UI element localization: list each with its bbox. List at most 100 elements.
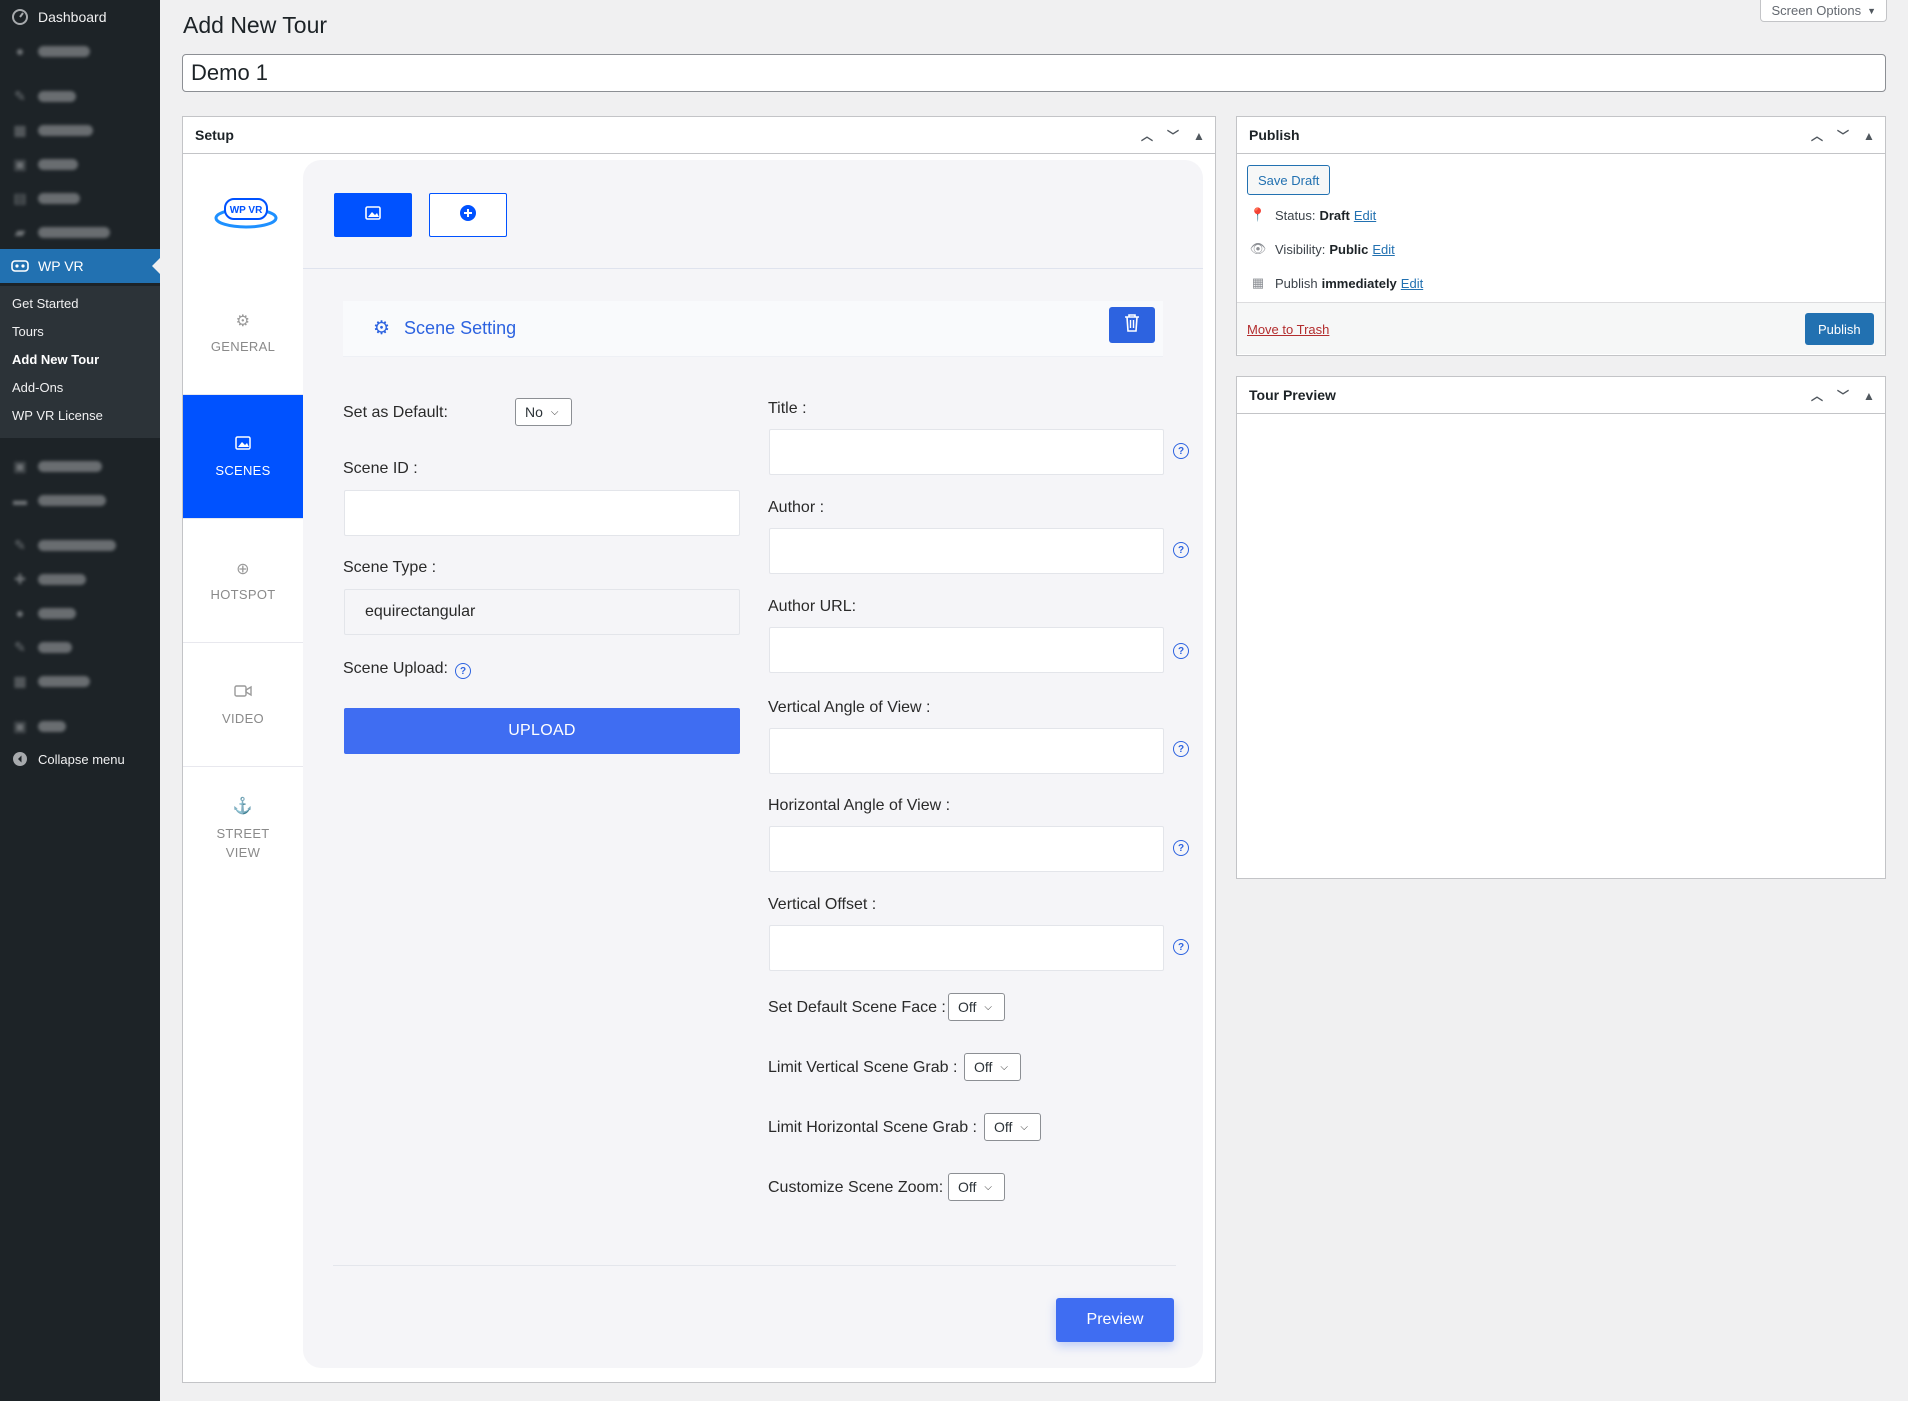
nav-item-redacted[interactable]: ▤ [0, 181, 160, 215]
chevron-down-icon: ⌵ [984, 1181, 993, 1193]
toggle-icon[interactable]: ▲ [1191, 129, 1207, 143]
collapse-icon [10, 749, 30, 769]
move-down-icon[interactable]: ﹀ [1835, 127, 1851, 144]
nav-item-redacted[interactable]: ✚ [0, 562, 160, 596]
vertical-angle-input[interactable] [769, 728, 1164, 774]
vertical-offset-input[interactable] [769, 925, 1164, 971]
nav-item-redacted[interactable]: ● [0, 34, 160, 68]
vertical-offset-label: Vertical Offset : [768, 896, 877, 913]
tour-title-input[interactable] [182, 54, 1886, 92]
menu-icon: ● [15, 605, 25, 621]
toggle-icon[interactable]: ▲ [1861, 389, 1877, 403]
nav-dashboard[interactable]: Dashboard [0, 0, 160, 34]
customize-zoom-select[interactable]: Off ⌵ [948, 1173, 1005, 1201]
publish-label: Publish [1275, 275, 1318, 291]
tab-hotspot[interactable]: ⊕ HOTSPOT [183, 519, 303, 643]
submenu-add-ons[interactable]: Add-Ons [12, 380, 63, 395]
pin-icon: 📍 [1249, 207, 1267, 222]
title-input[interactable] [769, 429, 1164, 475]
move-to-trash-link[interactable]: Move to Trash [1247, 322, 1329, 337]
tab-street-view[interactable]: ⚓ STREET VIEW [183, 767, 303, 891]
add-scene-button[interactable] [429, 193, 507, 237]
scene-id-input[interactable] [344, 490, 740, 536]
preview-button[interactable]: Preview [1056, 1298, 1174, 1342]
limit-horizontal-select[interactable]: Off ⌵ [984, 1113, 1041, 1141]
help-icon[interactable]: ? [1173, 443, 1189, 459]
nav-wpvr-label: WP VR [38, 258, 84, 274]
help-icon[interactable]: ? [1173, 741, 1189, 757]
edit-schedule-link[interactable]: Edit [1401, 276, 1423, 291]
horizontal-angle-input[interactable] [769, 826, 1164, 872]
nav-item-redacted[interactable]: ✎ [0, 79, 160, 113]
tab-scenes[interactable]: SCENES [183, 395, 303, 519]
menu-icon: ▣ [13, 155, 27, 172]
toggle-icon[interactable]: ▲ [1861, 129, 1877, 143]
wpvr-submenu: Get Started Tours Add New Tour Add-Ons W… [0, 286, 160, 438]
default-face-value: Off [958, 999, 977, 1015]
nav-item-redacted[interactable]: ▣ [0, 147, 160, 181]
scene-image-button[interactable] [334, 193, 412, 237]
submenu-license[interactable]: WP VR License [12, 408, 103, 423]
move-up-icon[interactable]: ︿ [1139, 127, 1155, 144]
delete-scene-button[interactable] [1109, 307, 1155, 343]
nav-item-redacted[interactable]: ▦ [0, 664, 160, 698]
move-up-icon[interactable]: ︿ [1809, 127, 1825, 144]
postbox-controls: ︿ ﹀ ▲ [1139, 117, 1207, 154]
nav-item-redacted[interactable]: ✎ [0, 630, 160, 664]
preview-button-label: Preview [1086, 1311, 1144, 1328]
customize-zoom-value: Off [958, 1179, 977, 1195]
visibility-label: Visibility: [1275, 241, 1326, 257]
nav-collapse-label: Collapse menu [38, 751, 125, 767]
nav-wpvr[interactable]: WP VR [0, 249, 160, 283]
nav-item-redacted[interactable]: ▦ [0, 113, 160, 147]
scene-type-value: equirectangular [365, 603, 476, 620]
menu-icon: ✎ [14, 638, 26, 655]
move-down-icon[interactable]: ﹀ [1165, 127, 1181, 144]
menu-icon: ▤ [13, 189, 27, 206]
page-title: Add New Tour [183, 12, 328, 38]
menu-icon: ▰ [14, 223, 26, 240]
menu-icon: ✎ [14, 87, 26, 104]
limit-vertical-select[interactable]: Off ⌵ [964, 1053, 1021, 1081]
edit-status-link[interactable]: Edit [1354, 208, 1376, 223]
set-default-select[interactable]: No ⌵ [515, 398, 572, 426]
save-draft-button[interactable]: Save Draft [1247, 165, 1331, 195]
nav-item-redacted[interactable]: ▰ [0, 215, 160, 249]
publish-button[interactable]: Publish [1805, 313, 1874, 345]
default-face-select[interactable]: Off ⌵ [948, 993, 1005, 1021]
upload-button[interactable]: UPLOAD [344, 708, 740, 754]
plus-circle-icon [459, 204, 477, 227]
move-up-icon[interactable]: ︿ [1809, 387, 1825, 404]
horizontal-angle-label: Horizontal Angle of View : [768, 797, 951, 814]
submenu-tours[interactable]: Tours [12, 324, 44, 339]
submenu-get-started[interactable]: Get Started [12, 296, 78, 311]
help-icon[interactable]: ? [1173, 542, 1189, 558]
help-icon[interactable]: ? [1173, 939, 1189, 955]
chevron-down-icon: ⌵ [1000, 1061, 1009, 1073]
nav-item-redacted[interactable]: ▬ [0, 483, 160, 517]
tour-preview-header: Tour Preview ︿ ﹀ ▲ [1237, 377, 1885, 414]
trash-icon [1124, 313, 1140, 338]
author-url-input[interactable] [769, 627, 1164, 673]
tab-video[interactable]: VIDEO [183, 643, 303, 767]
nav-item-redacted[interactable]: ▣ [0, 449, 160, 483]
move-down-icon[interactable]: ﹀ [1835, 387, 1851, 404]
nav-collapse[interactable]: Collapse menu [0, 742, 160, 776]
help-icon[interactable]: ? [1173, 643, 1189, 659]
author-input[interactable] [769, 528, 1164, 574]
submenu-add-new-tour[interactable]: Add New Tour [12, 352, 99, 367]
menu-icon: ▣ [13, 717, 27, 734]
nav-item-redacted[interactable]: ▣ [0, 709, 160, 743]
nav-item-redacted[interactable]: ✎ [0, 528, 160, 562]
screen-options-button[interactable]: Screen Options ▼ [1760, 0, 1887, 22]
tab-general[interactable]: ⚙ GENERAL [183, 271, 303, 395]
tour-preview-postbox: Tour Preview ︿ ﹀ ▲ [1236, 376, 1886, 879]
edit-visibility-link[interactable]: Edit [1372, 242, 1394, 257]
help-icon[interactable]: ? [1173, 840, 1189, 856]
nav-item-redacted[interactable]: ● [0, 596, 160, 630]
postbox-controls: ︿ ﹀ ▲ [1809, 117, 1877, 154]
help-icon[interactable]: ? [455, 663, 471, 679]
scene-type-field[interactable]: equirectangular [344, 589, 740, 635]
scene-id-label: Scene ID : [343, 460, 418, 477]
publish-value: immediately [1321, 275, 1397, 291]
